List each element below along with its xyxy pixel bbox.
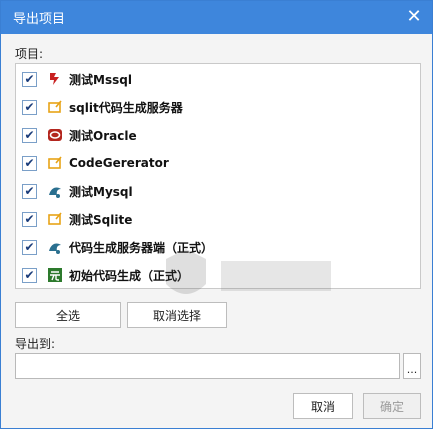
close-icon[interactable]: ✕ bbox=[404, 7, 424, 27]
checkbox[interactable]: ✔ bbox=[22, 239, 37, 255]
export-path-input[interactable] bbox=[15, 353, 400, 379]
folder-icon bbox=[47, 211, 63, 227]
list-item[interactable]: ✔ 代码生成服务器端（正式） bbox=[22, 235, 213, 259]
list-item[interactable]: ✔ 初始代码生成（正式） bbox=[22, 263, 189, 287]
item-label: sqlit代码生成服务器 bbox=[69, 100, 183, 115]
list-item[interactable]: ✔ 测试Oracle bbox=[22, 123, 137, 147]
folder-icon bbox=[47, 155, 63, 171]
browse-button[interactable]: ... bbox=[403, 353, 421, 379]
item-label: 测试Mysql bbox=[69, 184, 133, 199]
export-to-label: 导出到: bbox=[15, 337, 56, 351]
item-label: 代码生成服务器端（正式） bbox=[69, 240, 214, 255]
list-item[interactable]: ✔ sqlit代码生成服务器 bbox=[22, 95, 183, 119]
item-label: 测试Sqlite bbox=[69, 212, 133, 227]
checkbox[interactable]: ✔ bbox=[22, 155, 37, 171]
checkbox[interactable]: ✔ bbox=[22, 71, 37, 87]
unselect-button[interactable]: 取消选择 bbox=[127, 302, 227, 328]
ok-button[interactable]: 确定 bbox=[363, 393, 421, 419]
select-all-button[interactable]: 全选 bbox=[15, 302, 121, 328]
list-item[interactable]: ✔ 测试Sqlite bbox=[22, 207, 132, 231]
checkbox[interactable]: ✔ bbox=[22, 99, 37, 115]
mssql-icon bbox=[47, 71, 63, 87]
item-label: 测试Mssql bbox=[69, 72, 132, 87]
checkbox[interactable]: ✔ bbox=[22, 211, 37, 227]
checkbox[interactable]: ✔ bbox=[22, 267, 37, 283]
items-label: 项目: bbox=[15, 47, 44, 61]
wu-icon bbox=[47, 267, 63, 283]
cancel-button[interactable]: 取消 bbox=[293, 393, 353, 419]
list-item[interactable]: ✔ 测试Mssql bbox=[22, 67, 132, 91]
checkbox[interactable]: ✔ bbox=[22, 183, 37, 199]
item-label: 测试Oracle bbox=[69, 128, 137, 143]
title-bar: 导出项目 ✕ bbox=[1, 1, 432, 34]
item-label: CodeGererator bbox=[69, 156, 169, 170]
items-list: ✔ 测试Mssql ✔ sqlit代码生成服务器 ✔ 测试Oracle ✔ Co… bbox=[15, 63, 421, 294]
checkbox[interactable]: ✔ bbox=[22, 127, 37, 143]
folder-icon bbox=[47, 99, 63, 115]
oracle-icon bbox=[47, 127, 63, 143]
dialog-title: 导出项目 bbox=[13, 12, 66, 27]
list-item[interactable]: ✔ 测试Mysql bbox=[22, 179, 133, 203]
list-item[interactable]: ✔ CodeGererator bbox=[22, 151, 169, 175]
item-label: 初始代码生成（正式） bbox=[69, 268, 190, 283]
mysql-icon bbox=[47, 183, 63, 199]
export-project-dialog: 导出项目 ✕ 项目: ✔ 测试Mssql ✔ sqlit代码生成服务器 ✔ 测试… bbox=[0, 0, 433, 429]
mysql-icon bbox=[47, 239, 63, 255]
